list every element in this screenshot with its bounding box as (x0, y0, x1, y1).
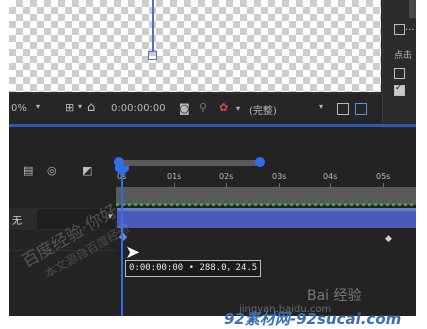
navigator-start-handle[interactable] (114, 157, 124, 167)
site-footer-watermark: 92素材网-92sucai.com (224, 308, 401, 329)
anchor-point-handle[interactable] (148, 51, 157, 60)
current-time-indicator-line[interactable] (121, 175, 123, 316)
option-label-1: ... (405, 22, 415, 33)
panel-divider-active (9, 124, 416, 127)
layer-parent-mode: 无 (12, 216, 22, 227)
color-channel-icon[interactable]: ✿ (219, 101, 228, 114)
footer-watermark-text: 92素材网-92sucai.com (224, 310, 402, 328)
option-checkbox-3[interactable] (394, 83, 405, 96)
baidu-watermark: Bai 经验 (307, 288, 362, 304)
grid-guides-icon[interactable]: ⊞ (65, 101, 74, 114)
draft-3d-icon[interactable]: ◩ (82, 164, 92, 177)
resolution-value: (完整) (249, 106, 277, 117)
show-snapshot-icon[interactable]: ⚲ (199, 101, 207, 114)
channel-dropdown-icon[interactable]: ▾ (236, 104, 240, 113)
resolution-dropdown[interactable]: (完整) ▾ (249, 102, 333, 117)
resolution-dropdown-icon: ▾ (319, 102, 324, 111)
ruler-tick-label: 02s (219, 172, 234, 181)
current-time-display[interactable]: 0:00:00:00 (109, 102, 171, 116)
ruler-tick-label: 05s (376, 172, 391, 181)
option-checkbox-2[interactable] (394, 68, 405, 79)
composition-viewer[interactable] (9, 0, 381, 92)
option-checkbox-1[interactable] (394, 24, 405, 35)
panel-click-label: 点击 (394, 51, 413, 61)
ruler-tick-label: 04s (323, 172, 338, 181)
right-options-panel: ... 点击 (382, 0, 416, 128)
snapshot-camera-icon[interactable]: ◙ (179, 102, 190, 115)
time-ruler[interactable] (116, 169, 416, 188)
mask-path-icon[interactable]: ⌂ (87, 100, 95, 115)
timecode-text: 0:00:00:00 (111, 103, 166, 114)
grid-dropdown-icon[interactable]: ▾ (78, 102, 82, 111)
time-navigator-bar[interactable] (119, 160, 259, 166)
navigator-end-handle[interactable] (255, 157, 265, 167)
keyframe-navigator-icon[interactable]: ◆ (385, 234, 392, 244)
region-of-interest-icon[interactable] (337, 103, 349, 115)
keyframe-tooltip: 0:00:00:00 • 288.0，24.5 (125, 260, 262, 277)
anchor-point-line (152, 0, 154, 52)
ruler-tick-label: 01s (167, 172, 182, 181)
zoom-dropdown-icon[interactable]: ▾ (36, 102, 40, 111)
layer-duration-bar[interactable] (117, 208, 416, 228)
motion-blur-icon[interactable]: ◎ (47, 164, 57, 177)
comp-flowchart-icon[interactable]: ▤ (23, 164, 33, 177)
transparency-grid-icon[interactable] (355, 103, 367, 115)
after-effects-window: ... 点击 0% ▾ ⊞ ▾ ⌂ 0:00:00:00 ◙ ⚲ ✿ ▾ (完整… (9, 0, 416, 316)
render-cache-indicator (116, 203, 416, 206)
layer-bar-highlight (117, 208, 416, 211)
ruler-tick-label: 03s (272, 172, 287, 181)
panel-scrollbar[interactable] (409, 0, 416, 18)
zoom-level[interactable]: 0% (11, 103, 27, 114)
